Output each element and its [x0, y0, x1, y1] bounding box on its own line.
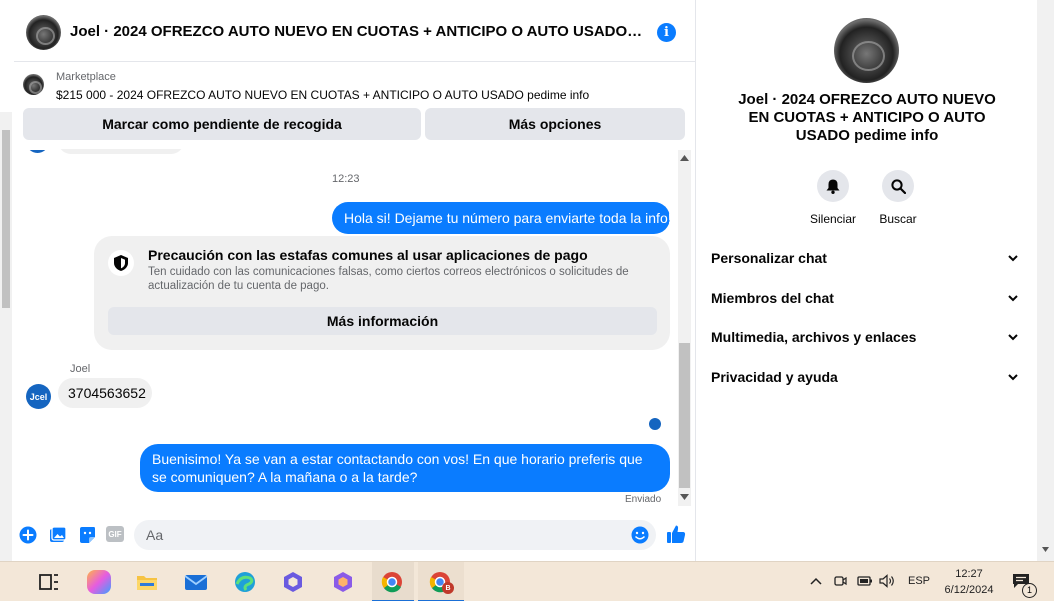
- edge-icon[interactable]: [233, 570, 257, 594]
- task-view-icon[interactable]: [37, 570, 61, 594]
- outgoing-message-text: Buenisimo! Ya se van a estar contactando…: [152, 451, 643, 485]
- scam-warning-card: Precaución con las estafas comunes al us…: [94, 236, 670, 350]
- listing-thumbnail[interactable]: [23, 74, 44, 95]
- sender-avatar-text: Jcel: [29, 391, 48, 402]
- battery-icon[interactable]: [857, 575, 873, 587]
- chevron-down-icon: [1008, 334, 1018, 341]
- chrome-profile-taskbar-button[interactable]: B: [418, 562, 464, 601]
- clock-date: 6/12/2024: [944, 584, 994, 596]
- info-title: Joel · 2024 OFREZCO AUTO NUEVO EN CUOTAS…: [738, 91, 996, 144]
- section-customize-chat[interactable]: Personalizar chat: [711, 250, 1023, 272]
- copilot-app-icon[interactable]: [331, 570, 355, 594]
- outgoing-message[interactable]: Hola si! Dejame tu número para enviarte …: [332, 202, 672, 234]
- mark-pending-pickup-button[interactable]: Marcar como pendiente de recogida: [23, 108, 421, 140]
- photo-icon[interactable]: [49, 526, 67, 544]
- volume-icon[interactable]: [879, 574, 895, 588]
- chat-header: Joel · 2024 OFREZCO AUTO NUEVO EN CUOTAS…: [14, 0, 696, 62]
- chat-avatar[interactable]: [26, 15, 61, 50]
- message-composer: GIF Aa: [14, 515, 696, 555]
- notification-count-badge: 1: [1022, 583, 1037, 598]
- outgoing-message[interactable]: Buenisimo! Ya se van a estar contactando…: [140, 444, 670, 492]
- info-icon[interactable]: i: [657, 23, 676, 42]
- chevron-down-icon: [1008, 295, 1018, 302]
- notification-count: 1: [1026, 585, 1032, 595]
- mute-button[interactable]: Silenciar: [803, 170, 863, 226]
- message-timestamp: 12:23: [332, 173, 360, 185]
- chevron-down-icon: [1008, 374, 1018, 381]
- incoming-message[interactable]: 3704563652: [58, 378, 152, 408]
- scam-warning-title: Precaución con las estafas comunes al us…: [148, 247, 588, 263]
- more-options-button[interactable]: Más opciones: [425, 108, 685, 140]
- gif-label: GIF: [108, 529, 122, 539]
- listing-summary[interactable]: $215 000 - 2024 OFREZCO AUTO NUEVO EN CU…: [56, 88, 589, 102]
- section-label: Multimedia, archivos y enlaces: [711, 329, 917, 345]
- search-label: Buscar: [879, 212, 917, 226]
- conversation-scrollbar-thumb[interactable]: [679, 343, 690, 488]
- section-chat-members[interactable]: Miembros del chat: [711, 290, 1023, 312]
- section-label: Privacidad y ayuda: [711, 369, 838, 385]
- search-icon[interactable]: [882, 170, 914, 202]
- chrome-icon[interactable]: [380, 570, 404, 594]
- section-label: Personalizar chat: [711, 250, 827, 266]
- chat-pane: Joel · 2024 OFREZCO AUTO NUEVO EN CUOTAS…: [14, 0, 696, 561]
- chat-title[interactable]: Joel · 2024 OFREZCO AUTO NUEVO EN CUOTAS…: [70, 23, 645, 40]
- message-input[interactable]: Aa: [134, 520, 656, 550]
- chevron-up-icon[interactable]: [810, 577, 822, 585]
- shield-icon: [108, 250, 134, 276]
- outgoing-message-text: Hola si! Dejame tu número para enviarte …: [344, 210, 672, 226]
- chrome-profile-badge: B: [442, 582, 454, 594]
- scroll-down-arrow-icon[interactable]: [1042, 547, 1049, 552]
- sticker-icon[interactable]: [78, 526, 96, 544]
- chrome-profile-badge-text: B: [445, 584, 451, 592]
- meet-icon[interactable]: [833, 574, 847, 588]
- page-scrollbar[interactable]: [0, 112, 12, 561]
- mail-icon[interactable]: [184, 570, 208, 594]
- scroll-down-arrow-icon[interactable]: [680, 494, 689, 500]
- marketplace-label: Marketplace: [56, 71, 116, 83]
- read-receipt-avatar: [649, 418, 661, 430]
- bell-icon[interactable]: [817, 170, 849, 202]
- sender-avatar[interactable]: Jcel: [26, 384, 51, 409]
- chrome-taskbar-button[interactable]: [372, 562, 414, 601]
- chat-info-pane: Joel · 2024 OFREZCO AUTO NUEVO EN CUOTAS…: [697, 0, 1037, 561]
- chevron-down-icon: [1008, 255, 1018, 262]
- section-media-files-links[interactable]: Multimedia, archivos y enlaces: [711, 329, 1023, 351]
- gif-button[interactable]: GIF: [106, 526, 124, 542]
- copilot-icon[interactable]: [87, 570, 111, 594]
- more-info-button[interactable]: Más información: [108, 307, 657, 335]
- thumbs-up-icon[interactable]: [666, 524, 686, 544]
- scroll-up-arrow-icon[interactable]: [680, 155, 689, 161]
- section-privacy-help[interactable]: Privacidad y ayuda: [711, 369, 1023, 391]
- windows-taskbar: B ESP 12:27 6/12/2024 1: [0, 561, 1054, 601]
- plus-circle-icon[interactable]: [19, 526, 37, 544]
- mute-label: Silenciar: [809, 212, 857, 226]
- language-indicator[interactable]: ESP: [908, 575, 930, 587]
- conversation-scrollbar[interactable]: [678, 150, 691, 506]
- sender-name: Joel: [70, 363, 91, 375]
- search-button[interactable]: Buscar: [868, 170, 928, 226]
- copilot-app-icon[interactable]: [281, 570, 305, 594]
- message-status: Enviado: [625, 494, 662, 505]
- emoji-icon[interactable]: [631, 526, 649, 544]
- clock-time: 12:27: [955, 568, 983, 580]
- incoming-message-text: 3704563652: [68, 385, 146, 401]
- system-clock[interactable]: 12:27 6/12/2024: [928, 566, 1010, 598]
- section-label: Miembros del chat: [711, 290, 834, 306]
- profile-avatar[interactable]: [834, 18, 899, 83]
- page-scrollbar-thumb[interactable]: [2, 130, 10, 308]
- scam-warning-body: Ten cuidado con las comunicaciones falsa…: [148, 266, 629, 292]
- file-explorer-icon[interactable]: [135, 570, 159, 594]
- window-scrollbar[interactable]: [1037, 0, 1054, 561]
